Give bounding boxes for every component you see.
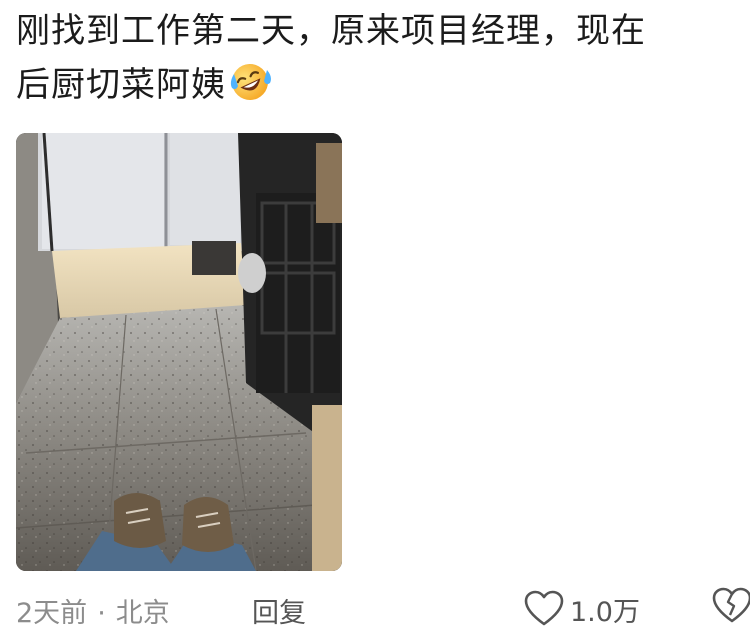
post-text-line2: 后厨切菜阿姨 <box>16 65 226 105</box>
post-time-location: 2天前 · 北京 <box>16 591 170 630</box>
post-text: 刚找到工作第二天，原来项目经理，现在 后厨切菜阿姨 <box>16 4 736 112</box>
comment-post: 刚找到工作第二天，原来项目经理，现在 后厨切菜阿姨 2天前 · 北京 回复 1.… <box>0 0 750 643</box>
post-photo[interactable] <box>16 133 342 571</box>
heart-outline-icon <box>524 590 564 628</box>
reply-button[interactable]: 回复 <box>252 591 306 630</box>
like-count: 1.0万 <box>570 596 640 628</box>
post-meta-bar: 2天前 · 北京 回复 1.0万 <box>16 585 750 633</box>
post-location: 北京 <box>115 598 170 629</box>
meta-separator: · <box>97 598 106 629</box>
post-text-line1: 刚找到工作第二天，原来项目经理，现在 <box>16 11 646 51</box>
broken-heart-icon <box>712 587 750 631</box>
dislike-button[interactable] <box>712 587 750 631</box>
laughing-crying-emoji-icon <box>228 60 272 104</box>
like-button[interactable]: 1.0万 <box>524 587 640 631</box>
post-time: 2天前 <box>16 598 88 629</box>
kitchen-floor-photo <box>16 133 342 571</box>
